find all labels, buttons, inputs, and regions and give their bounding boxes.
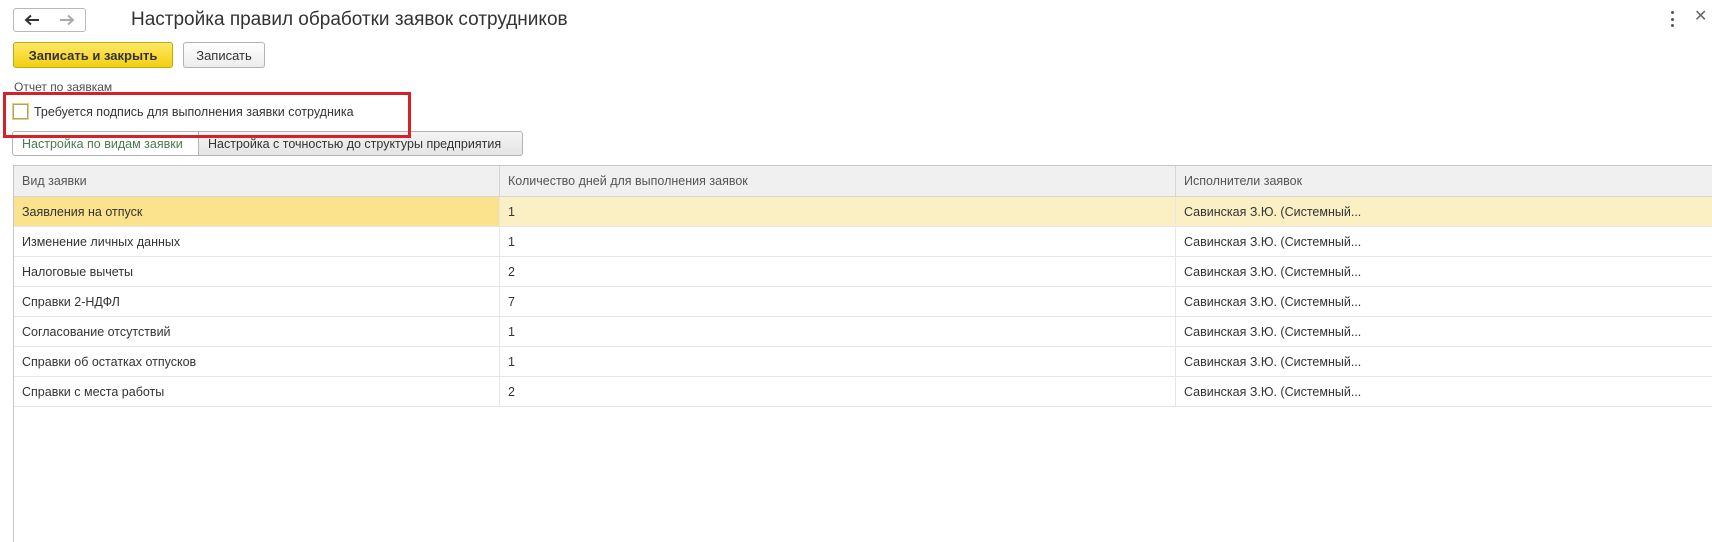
back-button[interactable] <box>14 9 50 31</box>
cell-executors: Савинская З.Ю. (Системный... <box>1175 197 1712 226</box>
cell-executors: Савинская З.Ю. (Системный... <box>1175 317 1712 346</box>
table-row[interactable]: Налоговые вычеты 2 Савинская З.Ю. (Систе… <box>14 257 1712 287</box>
cell-request-type: Заявления на отпуск <box>14 197 499 226</box>
signature-required-checkbox[interactable] <box>13 104 28 119</box>
close-icon[interactable]: ✕ <box>1694 7 1707 27</box>
cell-days: 2 <box>499 257 1175 286</box>
cell-executors: Савинская З.Ю. (Системный... <box>1175 287 1712 316</box>
cell-executors: Савинская З.Ю. (Системный... <box>1175 227 1712 256</box>
table-header: Вид заявки Количество дней для выполнени… <box>14 166 1712 197</box>
cell-days: 1 <box>499 227 1175 256</box>
cell-days: 1 <box>499 317 1175 346</box>
page-title: Настройка правил обработки заявок сотруд… <box>131 9 568 30</box>
cell-request-type: Налоговые вычеты <box>22 264 134 279</box>
column-header-days[interactable]: Количество дней для выполнения заявок <box>499 166 1175 196</box>
arrow-right-icon <box>60 14 75 26</box>
save-button[interactable]: Записать <box>183 42 265 68</box>
arrow-left-icon <box>24 14 39 26</box>
tab-by-request-type[interactable]: Настройка по видам заявки <box>12 131 198 156</box>
signature-required-checkbox-row[interactable]: Требуется подпись для выполнения заявки … <box>13 104 354 119</box>
table-row[interactable]: Справки 2-НДФЛ 7 Савинская З.Ю. (Системн… <box>14 287 1712 317</box>
signature-required-label: Требуется подпись для выполнения заявки … <box>34 104 354 119</box>
tab-by-enterprise-structure[interactable]: Настройка с точностью до структуры предп… <box>198 131 523 156</box>
settings-tabs: Настройка по видам заявки Настройка с то… <box>12 131 523 156</box>
table-row[interactable]: Справки об остатках отпусков 1 Савинская… <box>14 347 1712 377</box>
forward-button[interactable] <box>50 9 86 31</box>
cell-days: 1 <box>499 347 1175 376</box>
cell-executors: Савинская З.Ю. (Системный... <box>1175 377 1712 406</box>
request-rules-table: Вид заявки Количество дней для выполнени… <box>13 165 1712 542</box>
cell-request-type: Справки 2-НДФЛ <box>22 294 120 309</box>
cell-days: 7 <box>499 287 1175 316</box>
column-header-request-type[interactable]: Вид заявки <box>14 166 499 196</box>
table-row[interactable]: Согласование отсутствий 1 Савинская З.Ю.… <box>14 317 1712 347</box>
more-vertical-icon[interactable] <box>1668 11 1676 27</box>
cell-request-type: Согласование отсутствий <box>22 324 171 339</box>
table-row[interactable]: Справки с места работы 2 Савинская З.Ю. … <box>14 377 1712 407</box>
cell-request-type: Изменение личных данных <box>22 234 181 249</box>
report-link[interactable]: Отчет по заявкам <box>14 80 113 95</box>
table-row[interactable]: Заявления на отпуск 1 Савинская З.Ю. (Си… <box>14 197 1712 227</box>
navigation-buttons <box>13 8 86 32</box>
cell-request-type: Справки с места работы <box>22 384 165 399</box>
table-row[interactable]: Изменение личных данных 1 Савинская З.Ю.… <box>14 227 1712 257</box>
cell-executors: Савинская З.Ю. (Системный... <box>1175 347 1712 376</box>
cell-executors: Савинская З.Ю. (Системный... <box>1175 257 1712 286</box>
cell-days: 1 <box>499 197 1175 226</box>
cell-request-type: Справки об остатках отпусков <box>22 354 197 369</box>
cell-days: 2 <box>499 377 1175 406</box>
column-header-executors[interactable]: Исполнители заявок <box>1175 166 1712 196</box>
save-and-close-button[interactable]: Записать и закрыть <box>13 42 173 68</box>
